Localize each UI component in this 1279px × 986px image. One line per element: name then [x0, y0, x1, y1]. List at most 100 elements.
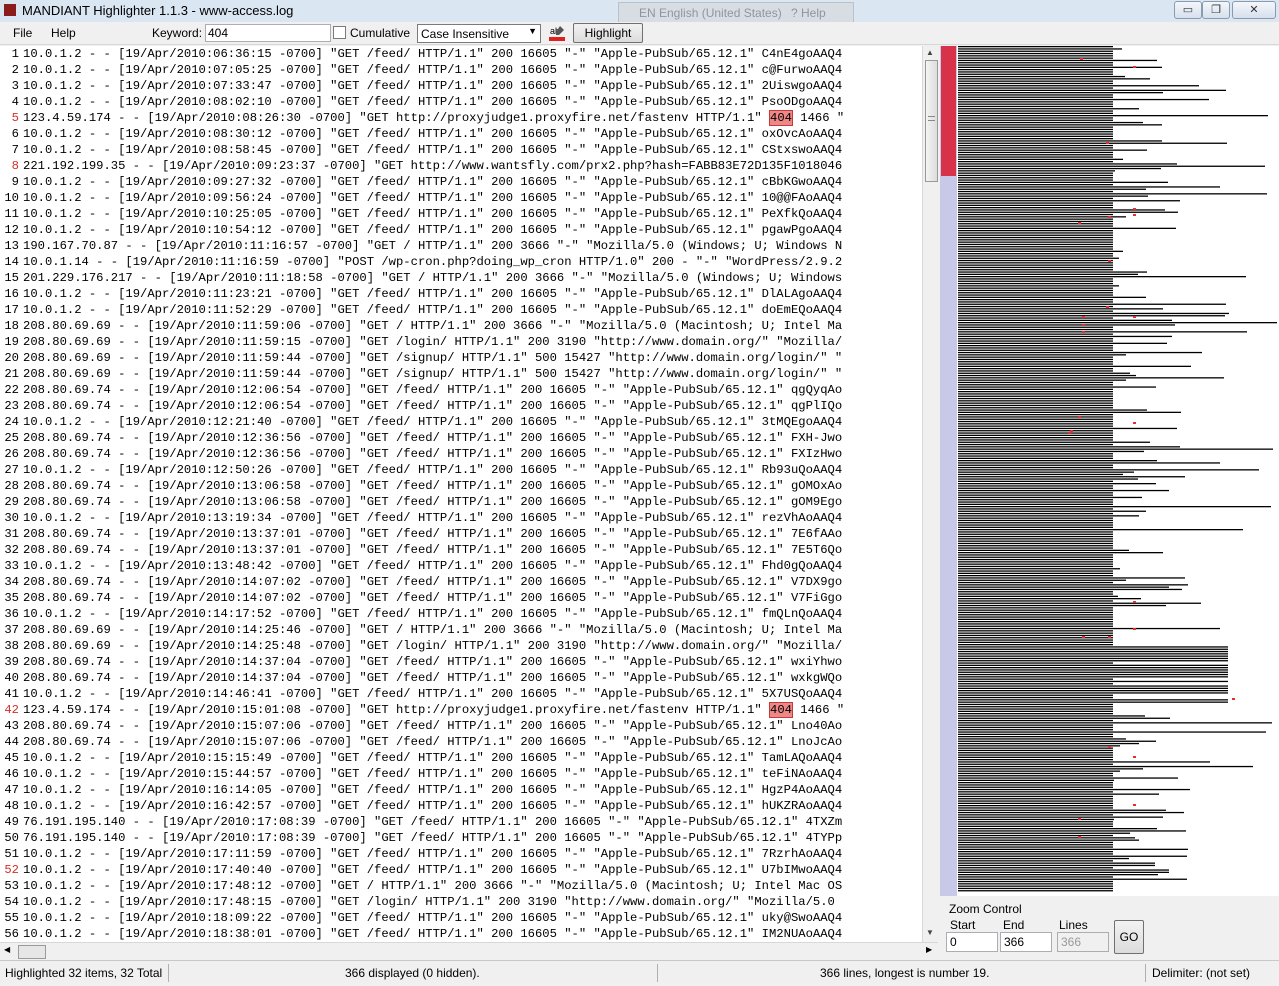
language-indicator[interactable]: EN English (United States): [639, 6, 782, 20]
log-line[interactable]: 55 10.0.1.2 - - [19/Apr/2010:18:09:22 -07…: [0, 910, 922, 926]
log-line[interactable]: 8 221.192.199.35 - - [19/Apr/2010:09:23:3…: [0, 158, 922, 174]
overview-line-bar: [958, 625, 1113, 627]
log-line[interactable]: 38 208.80.69.69 - - [19/Apr/2010:14:25:48…: [0, 638, 922, 654]
log-line[interactable]: 41 10.0.1.2 - - [19/Apr/2010:14:46:41 -07…: [0, 686, 922, 702]
log-line[interactable]: 43 208.80.69.74 - - [19/Apr/2010:15:07:06…: [0, 718, 922, 734]
minimize-button[interactable]: ▭: [1174, 1, 1202, 19]
log-line[interactable]: 21 208.80.69.69 - - [19/Apr/2010:11:59:44…: [0, 366, 922, 382]
highlight-button[interactable]: Highlight: [573, 23, 643, 43]
log-line[interactable]: 26 208.80.69.74 - - [19/Apr/2010:12:36:56…: [0, 446, 922, 462]
overview-line-bar: [958, 368, 1113, 370]
cumulative-checkbox[interactable]: [333, 26, 346, 39]
log-line[interactable]: 16 10.0.1.2 - - [19/Apr/2010:11:23:21 -07…: [0, 286, 922, 302]
log-line[interactable]: 28 208.80.69.74 - - [19/Apr/2010:13:06:58…: [0, 478, 922, 494]
maximize-button[interactable]: ❐: [1202, 1, 1230, 19]
log-line[interactable]: 35 208.80.69.74 - - [19/Apr/2010:14:07:02…: [0, 590, 922, 606]
log-line[interactable]: 31 208.80.69.74 - - [19/Apr/2010:13:37:01…: [0, 526, 922, 542]
log-horizontal-scrollbar[interactable]: ◀ ▶: [0, 942, 938, 960]
log-line[interactable]: 34 208.80.69.74 - - [19/Apr/2010:14:07:02…: [0, 574, 922, 590]
log-line[interactable]: 2 10.0.1.2 - - [19/Apr/2010:07:05:25 -070…: [0, 62, 922, 78]
overview-line-bar: [958, 250, 1123, 252]
line-text: 10.0.1.2 - - [19/Apr/2010:13:19:34 -0700…: [23, 511, 843, 525]
zoom-start-input[interactable]: 0: [946, 932, 998, 952]
overview-line-bar: [958, 154, 1113, 156]
log-line[interactable]: 30 10.0.1.2 - - [19/Apr/2010:13:19:34 -07…: [0, 510, 922, 526]
log-line[interactable]: 51 10.0.1.2 - - [19/Apr/2010:17:11:59 -07…: [0, 846, 922, 862]
overview-line-bar: [958, 427, 1177, 430]
log-line[interactable]: 6 10.0.1.2 - - [19/Apr/2010:08:30:12 -070…: [0, 126, 922, 142]
log-line[interactable]: 45 10.0.1.2 - - [19/Apr/2010:15:15:49 -07…: [0, 750, 922, 766]
log-line[interactable]: 42 123.4.59.174 - - [19/Apr/2010:15:01:08…: [0, 702, 922, 718]
highlight-color-icon[interactable]: ab: [548, 24, 566, 42]
log-line[interactable]: 12 10.0.1.2 - - [19/Apr/2010:10:54:12 -07…: [0, 222, 922, 238]
log-line[interactable]: 33 10.0.1.2 - - [19/Apr/2010:13:48:42 -07…: [0, 558, 922, 574]
log-line[interactable]: 48 10.0.1.2 - - [19/Apr/2010:16:42:57 -07…: [0, 798, 922, 814]
overview-viewport-marker[interactable]: [941, 46, 956, 176]
log-line[interactable]: 24 10.0.1.2 - - [19/Apr/2010:12:21:40 -07…: [0, 414, 922, 430]
log-line[interactable]: 9 10.0.1.2 - - [19/Apr/2010:09:27:32 -070…: [0, 174, 922, 190]
log-line[interactable]: 14 10.0.1.14 - - [19/Apr/2010:11:16:59 -0…: [0, 254, 922, 270]
log-line[interactable]: 22 208.80.69.74 - - [19/Apr/2010:12:06:54…: [0, 382, 922, 398]
log-line[interactable]: 49 76.191.195.140 - - [19/Apr/2010:17:08:…: [0, 814, 922, 830]
overview-line-bar: [958, 71, 1113, 73]
overview-highlight-mark: [1133, 66, 1136, 68]
log-line[interactable]: 39 208.80.69.74 - - [19/Apr/2010:14:37:04…: [0, 654, 922, 670]
language-bar[interactable]: EN English (United States) ? Help: [618, 2, 854, 24]
overview-line-map[interactable]: [958, 46, 1279, 896]
case-select[interactable]: Case Insensitive ▼: [417, 24, 541, 43]
log-line[interactable]: 29 208.80.69.74 - - [19/Apr/2010:13:06:58…: [0, 494, 922, 510]
overview-line-bar: [958, 506, 1271, 508]
horizontal-scroll-thumb[interactable]: [18, 945, 46, 959]
scroll-right-arrow-icon[interactable]: ▶: [926, 945, 932, 954]
menu-help[interactable]: Help: [51, 26, 76, 40]
log-line[interactable]: 11 10.0.1.2 - - [19/Apr/2010:10:25:05 -07…: [0, 206, 922, 222]
log-line[interactable]: 46 10.0.1.2 - - [19/Apr/2010:15:44:57 -07…: [0, 766, 922, 782]
log-text-view[interactable]: 1 10.0.1.2 - - [19/Apr/2010:06:36:15 -070…: [0, 46, 922, 942]
scroll-down-arrow-icon[interactable]: ▼: [926, 928, 934, 937]
overview-highlight-mark: [1078, 818, 1081, 820]
log-line[interactable]: 25 208.80.69.74 - - [19/Apr/2010:12:36:56…: [0, 430, 922, 446]
log-line[interactable]: 10 10.0.1.2 - - [19/Apr/2010:09:56:24 -07…: [0, 190, 922, 206]
log-line[interactable]: 4 10.0.1.2 - - [19/Apr/2010:08:02:10 -070…: [0, 94, 922, 110]
log-line[interactable]: 17 10.0.1.2 - - [19/Apr/2010:11:52:29 -07…: [0, 302, 922, 318]
log-line[interactable]: 37 208.80.69.69 - - [19/Apr/2010:14:25:46…: [0, 622, 922, 638]
log-line[interactable]: 20 208.80.69.69 - - [19/Apr/2010:11:59:44…: [0, 350, 922, 366]
overview-scroll-track[interactable]: [940, 46, 957, 896]
line-number: 11: [4, 207, 19, 221]
overview-highlight-mark: [1106, 142, 1109, 144]
log-line[interactable]: 5 123.4.59.174 - - [19/Apr/2010:08:26:30 …: [0, 110, 922, 126]
close-button[interactable]: ✕: [1232, 1, 1276, 19]
log-line[interactable]: 36 10.0.1.2 - - [19/Apr/2010:14:17:52 -07…: [0, 606, 922, 622]
zoom-end-input[interactable]: 366: [1000, 932, 1052, 952]
log-line[interactable]: 56 10.0.1.2 - - [19/Apr/2010:18:38:01 -07…: [0, 926, 922, 942]
log-line[interactable]: 47 10.0.1.2 - - [19/Apr/2010:16:14:05 -07…: [0, 782, 922, 798]
log-line[interactable]: 15 201.229.176.217 - - [19/Apr/2010:11:18…: [0, 270, 922, 286]
log-line[interactable]: 27 10.0.1.2 - - [19/Apr/2010:12:50:26 -07…: [0, 462, 922, 478]
log-line[interactable]: 32 208.80.69.74 - - [19/Apr/2010:13:37:01…: [0, 542, 922, 558]
log-line[interactable]: 18 208.80.69.69 - - [19/Apr/2010:11:59:06…: [0, 318, 922, 334]
log-line[interactable]: 3 10.0.1.2 - - [19/Apr/2010:07:33:47 -070…: [0, 78, 922, 94]
zoom-go-button[interactable]: GO: [1114, 920, 1144, 954]
log-line[interactable]: 44 208.80.69.74 - - [19/Apr/2010:15:07:06…: [0, 734, 922, 750]
overview-line-bar: [958, 282, 1113, 285]
log-line[interactable]: 13 190.167.70.87 - - [19/Apr/2010:11:16:5…: [0, 238, 922, 254]
keyword-input[interactable]: [205, 24, 331, 42]
log-line[interactable]: 23 208.80.69.74 - - [19/Apr/2010:12:06:54…: [0, 398, 922, 414]
menu-file[interactable]: File: [13, 26, 32, 40]
log-line[interactable]: 50 76.191.195.140 - - [19/Apr/2010:17:08:…: [0, 830, 922, 846]
log-line[interactable]: 7 10.0.1.2 - - [19/Apr/2010:08:58:45 -070…: [0, 142, 922, 158]
log-line[interactable]: 52 10.0.1.2 - - [19/Apr/2010:17:40:40 -07…: [0, 862, 922, 878]
line-number: 19: [4, 335, 19, 349]
scroll-left-arrow-icon[interactable]: ◀: [4, 945, 10, 954]
scroll-up-arrow-icon[interactable]: ▲: [926, 48, 934, 57]
log-line[interactable]: 53 10.0.1.2 - - [19/Apr/2010:17:48:12 -07…: [0, 878, 922, 894]
log-line[interactable]: 54 10.0.1.2 - - [19/Apr/2010:17:48:15 -07…: [0, 894, 922, 910]
scroll-thumb[interactable]: [925, 60, 938, 182]
line-number: 31: [4, 527, 19, 541]
ime-help-button[interactable]: ? Help: [791, 6, 826, 20]
log-vertical-scrollbar[interactable]: ▲ ▼: [922, 46, 939, 942]
log-line[interactable]: 19 208.80.69.69 - - [19/Apr/2010:11:59:15…: [0, 334, 922, 350]
log-line[interactable]: 40 208.80.69.74 - - [19/Apr/2010:14:37:04…: [0, 670, 922, 686]
overview-panel[interactable]: [940, 46, 1279, 896]
log-line[interactable]: 1 10.0.1.2 - - [19/Apr/2010:06:36:15 -070…: [0, 46, 922, 62]
